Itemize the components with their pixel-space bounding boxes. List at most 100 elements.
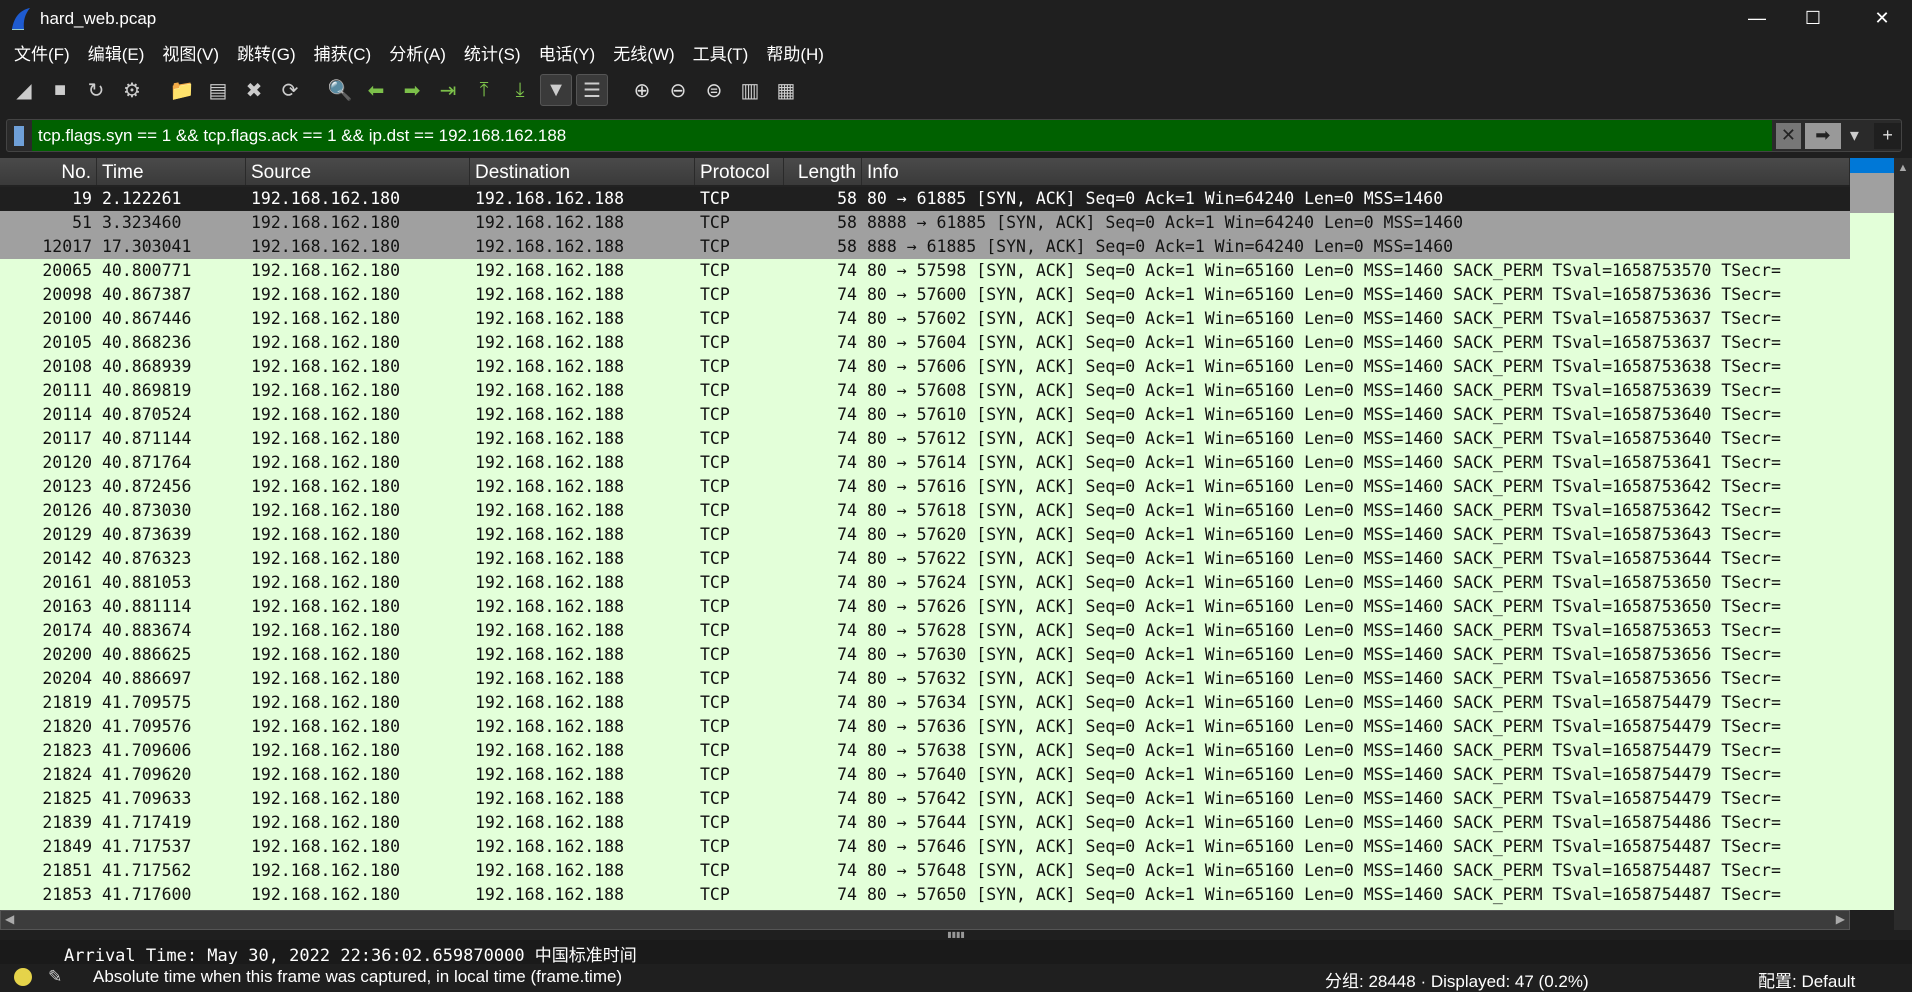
horizontal-scrollbar[interactable]: ◀ ▶ [0,910,1850,930]
go-to-packet-button[interactable]: ⇥ [432,74,464,106]
filter-bookmark-icon[interactable] [7,120,32,151]
menu-item[interactable]: 捕获(C) [314,40,372,65]
packet-row[interactable]: 20098 40.867387 192.168.162.180 192.168.162… [0,283,1850,307]
stop-capture-button[interactable]: ■ [44,74,76,106]
packet-list[interactable]: No. Time Source Destination Protocol Length In… [0,158,1850,910]
menu-item[interactable]: 统计(S) [464,40,521,65]
restart-capture-button[interactable]: ↻ [80,74,112,106]
packet-row[interactable]: 21824 41.709620 192.168.162.180 192.168.162… [0,763,1850,787]
packet-details-pane[interactable]: Arrival Time: May 30, 2022 22:36:02.6598… [0,940,1912,966]
filter-dropdown-button[interactable]: ▾ [1845,123,1865,149]
column-header-destination[interactable]: Destination [470,158,695,185]
scroll-right-icon[interactable]: ▶ [1836,912,1845,926]
cell-info: 80 → 57598 [SYN, ACK] Seq=0 Ack=1 Win=65… [867,261,1781,280]
cell-time: 40.886697 [102,669,192,688]
cell-no: 21849 [42,837,92,856]
packet-row[interactable]: 20120 40.871764 192.168.162.180 192.168.162… [0,451,1850,475]
capture-options-button[interactable]: ⚙ [116,74,148,106]
column-header-info[interactable]: Info [862,158,1850,185]
packet-row[interactable]: 20126 40.873030 192.168.162.180 192.168.162… [0,499,1850,523]
packet-row[interactable]: 20114 40.870524 192.168.162.180 192.168.162… [0,403,1850,427]
packet-row[interactable]: 12017 17.303041 192.168.162.180 192.168.162… [0,235,1850,259]
packet-row[interactable]: 20161 40.881053 192.168.162.180 192.168.162… [0,571,1850,595]
column-header-protocol[interactable]: Protocol [695,158,784,185]
go-forward-button[interactable]: ➡ [396,74,428,106]
pane-splitter[interactable]: ▮▮▮▮ [0,930,1912,940]
menu-item[interactable]: 跳转(G) [237,40,296,65]
profile-selector[interactable]: 配置: Default [1758,967,1855,992]
zoom-out-button[interactable]: ⊖ [662,74,694,106]
menu-item[interactable]: 文件(F) [14,40,70,65]
expert-info-icon[interactable] [14,968,32,986]
menu-item[interactable]: 编辑(E) [88,40,145,65]
auto-scroll-button[interactable]: ▼ [540,74,572,106]
cell-destination: 192.168.162.188 [475,861,625,880]
menu-item[interactable]: 工具(T) [693,40,749,65]
minimize-button[interactable]: — [1727,0,1787,37]
scroll-left-icon[interactable]: ◀ [5,912,14,926]
start-capture-button[interactable]: ◢ [8,74,40,106]
menu-item[interactable]: 电话(Y) [539,40,596,65]
zoom-in-button[interactable]: ⊕ [626,74,658,106]
close-file-button[interactable]: ✖ [238,74,270,106]
cell-protocol: TCP [700,813,730,832]
packet-row[interactable]: 21823 41.709606 192.168.162.180 192.168.162… [0,739,1850,763]
packet-row[interactable]: 21825 41.709633 192.168.162.180 192.168.162… [0,787,1850,811]
packet-row[interactable]: 20163 40.881114 192.168.162.180 192.168.162… [0,595,1850,619]
packet-row[interactable]: 20117 40.871144 192.168.162.180 192.168.162… [0,427,1850,451]
edit-comment-icon[interactable]: ✎ [48,967,62,987]
resize-columns-button[interactable]: ▥ [734,74,766,106]
packet-row[interactable]: 20123 40.872456 192.168.162.180 192.168.162… [0,475,1850,499]
packet-row[interactable]: 20065 40.800771 192.168.162.180 192.168.162… [0,259,1850,283]
packet-row[interactable]: 21849 41.717537 192.168.162.180 192.168.162… [0,835,1850,859]
packet-row[interactable]: 20111 40.869819 192.168.162.180 192.168.162… [0,379,1850,403]
cell-info: 80 → 57626 [SYN, ACK] Seq=0 Ack=1 Win=65… [867,597,1781,616]
packet-row[interactable]: 20129 40.873639 192.168.162.180 192.168.162… [0,523,1850,547]
column-header-no[interactable]: No. [0,158,97,185]
find-packet-button[interactable]: 🔍 [324,74,356,106]
cell-protocol: TCP [700,453,730,472]
packet-row[interactable]: 21853 41.717600 192.168.162.180 192.168.162… [0,883,1850,907]
packet-row[interactable]: 21851 41.717562 192.168.162.180 192.168.162… [0,859,1850,883]
reload-file-button[interactable]: ⟳ [274,74,306,106]
packet-row[interactable]: 19 2.122261 192.168.162.180 192.168.162.188… [0,187,1850,211]
packet-row[interactable]: 20100 40.867446 192.168.162.180 192.168.162… [0,307,1850,331]
menu-item[interactable]: 分析(A) [389,40,446,65]
layout-button[interactable]: ▦ [770,74,802,106]
zoom-reset-button[interactable]: ⊜ [698,74,730,106]
packet-row[interactable]: 20204 40.886697 192.168.162.180 192.168.162… [0,667,1850,691]
packet-row[interactable]: 20108 40.868939 192.168.162.180 192.168.162… [0,355,1850,379]
packet-row[interactable]: 21819 41.709575 192.168.162.180 192.168.162… [0,691,1850,715]
save-file-button[interactable]: ▤ [202,74,234,106]
column-header-source[interactable]: Source [246,158,470,185]
go-last-button[interactable]: ⤓ [504,74,536,106]
colorize-button[interactable]: ☰ [576,74,608,106]
close-button[interactable]: ✕ [1852,0,1912,37]
apply-filter-button[interactable]: ➡ [1804,122,1841,149]
go-first-button[interactable]: ⤒ [468,74,500,106]
packet-row[interactable]: 20142 40.876323 192.168.162.180 192.168.162… [0,547,1850,571]
vertical-scrollbar[interactable]: ▲ [1894,158,1912,930]
menu-item[interactable]: 视图(V) [162,40,219,65]
menu-item[interactable]: 帮助(H) [766,40,824,65]
column-header-length[interactable]: Length [784,158,862,185]
open-file-button[interactable]: 📁 [166,74,198,106]
add-filter-button[interactable]: + [1874,122,1901,149]
clear-filter-button[interactable]: ✕ [1775,122,1801,149]
packet-row[interactable]: 21839 41.717419 192.168.162.180 192.168.162… [0,811,1850,835]
packet-row[interactable]: 51 3.323460 192.168.162.180 192.168.162.188… [0,211,1850,235]
cell-info: 80 → 57618 [SYN, ACK] Seq=0 Ack=1 Win=65… [867,501,1781,520]
maximize-button[interactable]: ☐ [1783,0,1843,37]
scroll-up-icon[interactable]: ▲ [1894,162,1912,174]
packet-row[interactable]: 20200 40.886625 192.168.162.180 192.168.162… [0,643,1850,667]
packet-row[interactable]: 21820 41.709576 192.168.162.180 192.168.162… [0,715,1850,739]
packet-row[interactable]: 20105 40.868236 192.168.162.180 192.168.162… [0,331,1850,355]
display-filter-input[interactable]: tcp.flags.syn == 1 && tcp.flags.ack == 1… [31,120,1772,151]
column-header-time[interactable]: Time [97,158,246,185]
packet-detail-line[interactable]: Arrival Time: May 30, 2022 22:36:02.6598… [64,941,637,966]
menu-item[interactable]: 无线(W) [613,40,674,65]
go-back-button[interactable]: ⬅ [360,74,392,106]
cell-no: 20111 [42,381,92,400]
packet-minimap[interactable] [1850,158,1894,910]
packet-row[interactable]: 20174 40.883674 192.168.162.180 192.168.162… [0,619,1850,643]
